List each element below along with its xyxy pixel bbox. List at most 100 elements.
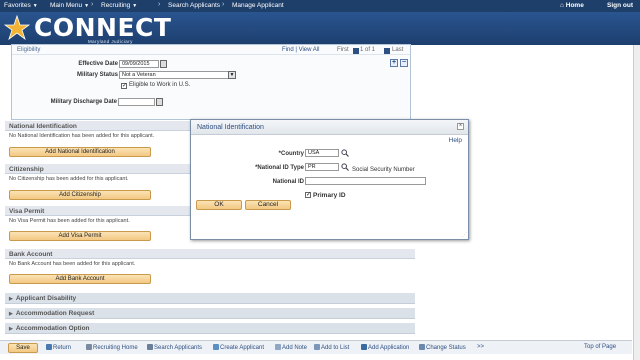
calendar-icon[interactable]	[156, 98, 163, 106]
breadcrumb-separator: ›	[222, 1, 225, 8]
star-logo-icon	[4, 15, 30, 41]
add-to-list-link[interactable]: Add to List	[314, 344, 349, 351]
find-view-all-link[interactable]: Find | View All	[282, 47, 319, 53]
recruiting-home-label: Recruiting Home	[93, 345, 138, 351]
expand-triangle-icon: ▶	[9, 326, 13, 332]
home-icon	[86, 344, 92, 350]
national-id-label: National ID	[272, 179, 304, 185]
national-id-type-field[interactable]: PR	[305, 163, 339, 171]
home-icon: ⌂	[560, 2, 564, 9]
effective-date-label: Effective Date	[78, 61, 118, 67]
section-message: No Bank Account has been added for this …	[9, 261, 136, 267]
brand-banner: CONNECT Maryland Judiciary	[0, 12, 640, 45]
change-status-icon	[419, 344, 425, 350]
country-label: *Country	[278, 151, 304, 157]
page-scrollbar[interactable]	[633, 45, 640, 360]
brand-name: CONNECT	[34, 13, 172, 42]
applicant-disability-section[interactable]: ▶ Applicant Disability	[5, 293, 415, 304]
search-applicants-link[interactable]: Search Applicants	[147, 344, 202, 351]
add-citizenship-button[interactable]: Add Citizenship	[9, 190, 151, 200]
add-national-id-button[interactable]: Add National Identification	[9, 147, 151, 157]
ok-button[interactable]: OK	[196, 200, 242, 210]
list-icon	[314, 344, 320, 350]
section-title: Applicant Disability	[15, 295, 77, 302]
search-applicants-label: Search Applicants	[154, 345, 203, 351]
add-note-label: Add Note	[282, 345, 308, 351]
resize-handle-icon[interactable]: ⋰	[462, 232, 467, 238]
previous-icon[interactable]	[353, 48, 359, 54]
eligible-to-work-checkbox[interactable]: ✓	[121, 83, 127, 89]
breadcrumb-manage-applicant: Manage Applicant	[232, 2, 284, 9]
section-title: Accommodation Request	[15, 310, 95, 317]
primary-id-checkbox[interactable]: ✓	[305, 192, 311, 198]
add-application-label: Add Application	[368, 345, 410, 351]
last-link[interactable]: Last	[392, 47, 403, 53]
national-id-type-label: *National ID Type	[255, 165, 304, 171]
top-of-page-link[interactable]: Top of Page	[584, 344, 616, 350]
help-link[interactable]: Help	[449, 137, 462, 144]
save-button[interactable]: Save	[8, 343, 38, 353]
main-menu[interactable]: Main Menu ▼	[50, 2, 89, 9]
recruiting-home-link[interactable]: Recruiting Home	[86, 344, 138, 351]
chevron-down-icon: ▼	[84, 3, 90, 9]
return-icon	[46, 344, 52, 350]
calendar-icon[interactable]	[160, 60, 167, 68]
return-link[interactable]: Return	[46, 344, 71, 351]
id-type-description: Social Security Number	[352, 167, 415, 173]
expand-triangle-icon: ▶	[9, 296, 13, 302]
cancel-button[interactable]: Cancel	[245, 200, 291, 210]
row-count: 1 of 1	[360, 47, 376, 53]
note-icon	[275, 344, 281, 350]
add-application-link[interactable]: Add Application	[361, 344, 409, 351]
add-note-link[interactable]: Add Note	[275, 344, 307, 351]
section-title: Accommodation Option	[15, 325, 90, 332]
favorites-menu[interactable]: Favorites ▼	[4, 2, 38, 9]
add-visa-permit-button[interactable]: Add Visa Permit	[9, 231, 151, 241]
bottom-toolbar: Save Return Recruiting Home Search Appli…	[0, 340, 632, 354]
accommodation-option-section[interactable]: ▶ Accommodation Option	[5, 323, 415, 334]
create-applicant-label: Create Applicant	[220, 345, 265, 351]
eligibility-panel: Eligibility Find | View All First 1 of 1…	[11, 44, 411, 120]
primary-id-label: Primary ID	[313, 192, 346, 199]
first-link[interactable]: First	[337, 47, 349, 53]
search-icon[interactable]	[341, 163, 349, 171]
application-icon	[361, 344, 367, 350]
discharge-date-field[interactable]	[118, 98, 155, 106]
create-applicant-icon	[213, 344, 219, 350]
breadcrumb-search-applicants[interactable]: Search Applicants	[168, 2, 220, 9]
close-icon[interactable]: ×	[457, 123, 464, 130]
chevron-down-icon: ▼	[32, 3, 38, 9]
main-menu-label: Main Menu	[50, 2, 83, 9]
military-status-select[interactable]: Not a Veteran	[119, 71, 235, 79]
search-icon	[147, 344, 153, 350]
add-row-icon[interactable]: +	[390, 59, 398, 67]
search-icon[interactable]	[341, 149, 349, 157]
chevron-down-icon[interactable]: ▼	[228, 71, 236, 79]
sign-out-link[interactable]: Sign out	[607, 2, 633, 9]
change-status-link[interactable]: Change Status	[419, 344, 466, 351]
modal-title: National Identification	[197, 124, 264, 131]
breadcrumb-separator: ›	[158, 1, 161, 8]
bank-account-section: Bank Account No Bank Account has been ad…	[5, 249, 415, 284]
breadcrumb-recruiting[interactable]: Recruiting ▼	[101, 2, 137, 9]
breadcrumb-separator: ›	[91, 1, 94, 8]
national-id-input[interactable]	[305, 177, 426, 185]
home-label: Home	[565, 2, 584, 9]
delete-row-icon[interactable]: −	[400, 59, 408, 67]
breadcrumb-label: Manage Applicant	[232, 2, 284, 9]
accommodation-request-section[interactable]: ▶ Accommodation Request	[5, 308, 415, 319]
create-applicant-link[interactable]: Create Applicant	[213, 344, 264, 351]
discharge-date-label: Military Discharge Date	[50, 99, 117, 105]
next-icon[interactable]	[384, 48, 390, 54]
effective-date-field[interactable]: 09/09/2015	[119, 60, 159, 68]
add-bank-account-button[interactable]: Add Bank Account	[9, 274, 151, 284]
add-to-list-label: Add to List	[321, 345, 350, 351]
section-title: Bank Account	[5, 249, 415, 259]
country-field[interactable]: USA	[305, 149, 339, 157]
modal-header: National Identification ×	[191, 120, 468, 135]
more-actions-link[interactable]: >>	[477, 344, 484, 350]
eligibility-title: Eligibility	[17, 47, 41, 53]
eligibility-header: Eligibility Find | View All First 1 of 1…	[12, 45, 410, 55]
top-nav-bar: Favorites ▼ Main Menu ▼ › Recruiting ▼ › Se…	[0, 0, 640, 12]
home-link[interactable]: ⌂ Home	[560, 2, 584, 9]
